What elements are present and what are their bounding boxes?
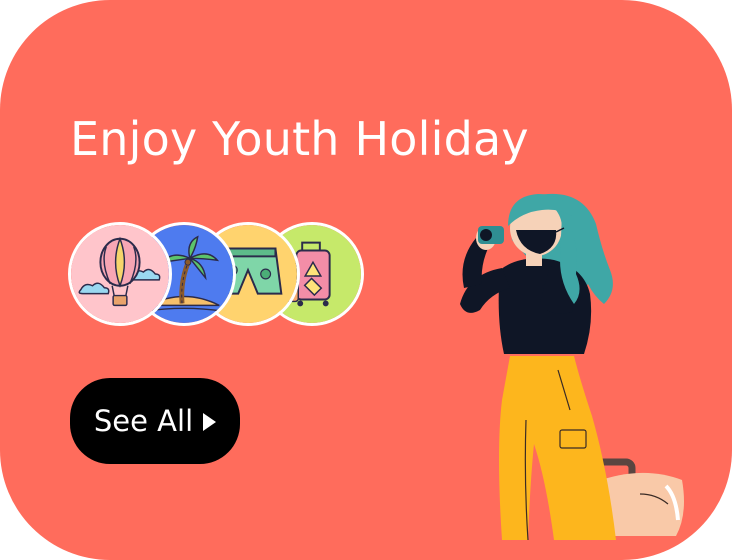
see-all-label: See All: [93, 404, 194, 438]
play-triangle-icon: [203, 413, 217, 431]
see-all-button[interactable]: See All: [70, 378, 240, 464]
holiday-card: Enjoy Youth Holiday See All: [0, 0, 732, 560]
category-badges: [68, 222, 368, 332]
hot-air-balloon-icon[interactable]: [68, 222, 172, 326]
card-title: Enjoy Youth Holiday: [70, 112, 529, 166]
traveler-with-camera-illustration: [460, 193, 684, 540]
